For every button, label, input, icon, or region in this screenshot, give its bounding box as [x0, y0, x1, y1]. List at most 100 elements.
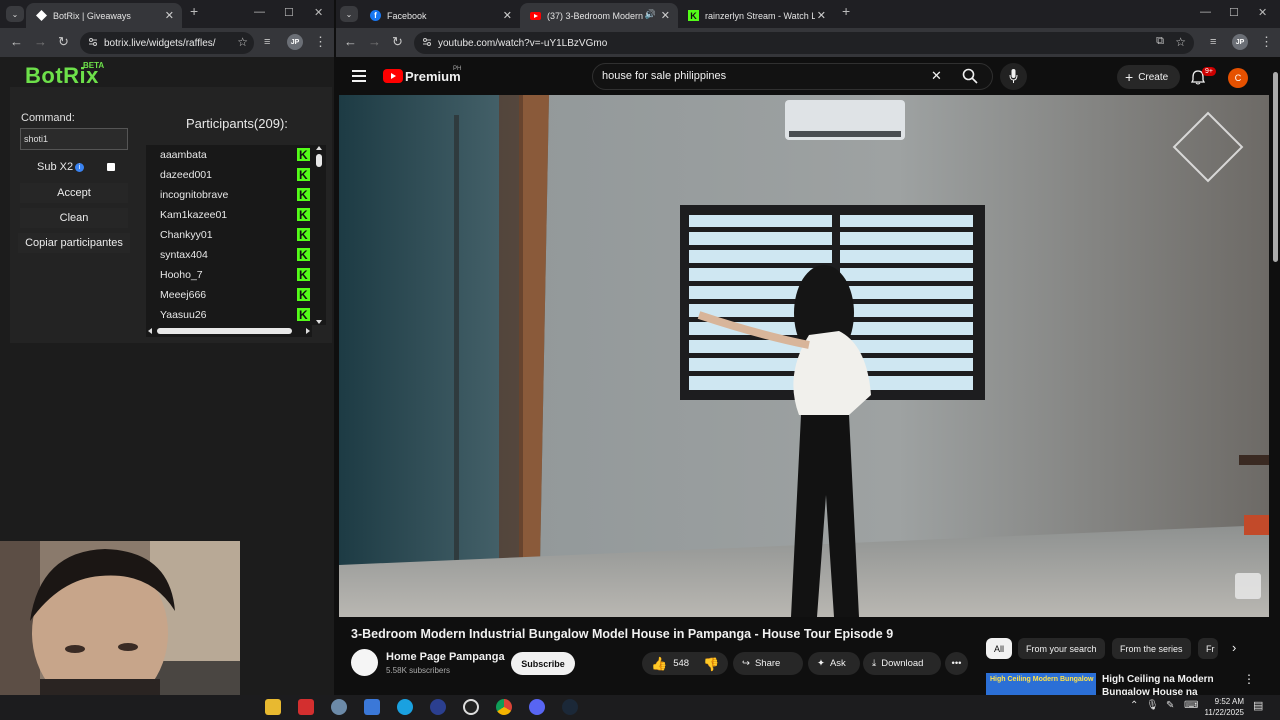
- clear-search-icon[interactable]: ✕: [931, 68, 942, 84]
- voice-search-button[interactable]: [1000, 63, 1027, 90]
- forward-icon[interactable]: →: [34, 35, 47, 49]
- thumbs-up-icon[interactable]: 👍: [651, 656, 667, 672]
- new-tab-icon[interactable]: +: [190, 3, 198, 19]
- site-info-icon[interactable]: [422, 37, 432, 47]
- svg-text:K: K: [299, 188, 308, 201]
- reload-icon[interactable]: ↻: [392, 35, 403, 49]
- tab-search-button[interactable]: ⌄: [340, 6, 358, 22]
- tab-youtube[interactable]: (37) 3-Bedroom Modern In... 🔊 ✕: [520, 3, 678, 28]
- channel-avatar[interactable]: [351, 649, 378, 676]
- minimize-icon[interactable]: —: [1200, 6, 1211, 18]
- media-controls-icon[interactable]: ≡: [264, 35, 270, 49]
- accept-button[interactable]: Accept: [20, 183, 128, 203]
- app-icon-2[interactable]: [430, 699, 446, 715]
- thumbs-down-icon[interactable]: 👍: [703, 656, 719, 672]
- reload-icon[interactable]: ↻: [58, 35, 69, 49]
- microphone-tray-icon[interactable]: 🎙: [1146, 700, 1159, 711]
- subscribe-button[interactable]: Subscribe: [511, 652, 575, 675]
- maximize-icon[interactable]: ☐: [1229, 6, 1239, 19]
- bookmark-star-icon[interactable]: ☆: [237, 35, 248, 49]
- back-icon[interactable]: ←: [10, 35, 23, 49]
- calculator-icon[interactable]: [364, 699, 380, 715]
- ask-button[interactable]: ✦ Ask: [808, 652, 860, 675]
- tab-kick[interactable]: K rainzerlyn Stream - Watch Live ✕: [678, 3, 834, 28]
- recommended-menu-icon[interactable]: ⋮: [1243, 672, 1255, 686]
- youtube-logo-icon[interactable]: [383, 69, 403, 83]
- close-tab-icon[interactable]: ✕: [817, 9, 826, 22]
- download-button[interactable]: ⤓ Download: [863, 652, 941, 675]
- minimize-icon[interactable]: —: [254, 6, 265, 18]
- profile-avatar[interactable]: JP: [287, 34, 303, 50]
- app-icon[interactable]: [331, 699, 347, 715]
- site-info-icon[interactable]: [88, 37, 98, 47]
- back-icon[interactable]: ←: [344, 35, 357, 49]
- tab-facebook[interactable]: f Facebook ✕: [360, 3, 520, 28]
- address-bar[interactable]: botrix.live/widgets/raffles/ ☆: [80, 32, 254, 54]
- close-window-icon[interactable]: ✕: [314, 6, 323, 19]
- search-icon[interactable]: [962, 68, 978, 84]
- close-tab-icon[interactable]: ✕: [165, 9, 174, 22]
- download-label: Download: [881, 658, 924, 669]
- steam-icon[interactable]: [562, 699, 578, 715]
- discord-icon[interactable]: [529, 699, 545, 715]
- clean-button[interactable]: Clean: [20, 208, 128, 228]
- participants-list[interactable]: aaambata K dazeed001 K incognitobrave K Kam…: [146, 145, 326, 325]
- create-button[interactable]: + Create: [1117, 65, 1180, 89]
- audio-playing-icon[interactable]: 🔊: [645, 9, 656, 20]
- media-controls-icon[interactable]: ≡: [1210, 35, 1216, 49]
- close-tab-icon[interactable]: ✕: [503, 9, 512, 22]
- menu-kebab-icon[interactable]: ⋮: [1260, 35, 1273, 49]
- address-bar[interactable]: youtube.com/watch?v=-uY1LBzVGmo ⧉ ☆: [414, 32, 1194, 54]
- new-tab-icon[interactable]: +: [842, 3, 850, 19]
- chevron-right-icon[interactable]: ›: [1232, 640, 1236, 655]
- svg-text:K: K: [299, 308, 308, 321]
- keyboard-tray-icon[interactable]: ⌨: [1184, 700, 1198, 711]
- obs-icon[interactable]: [463, 699, 479, 715]
- close-window-icon[interactable]: ✕: [1258, 6, 1267, 19]
- kick-icon: K: [297, 248, 310, 261]
- profile-avatar[interactable]: JP: [1232, 34, 1248, 50]
- chip-from-your-search[interactable]: From your search: [1018, 638, 1105, 659]
- scrollbar-thumb[interactable]: [1273, 72, 1278, 262]
- pen-tray-icon[interactable]: ✎: [1166, 700, 1174, 711]
- plus-icon: +: [1125, 69, 1134, 85]
- more-actions-button[interactable]: •••: [945, 652, 968, 675]
- participant-name: Yaasuu26: [160, 309, 207, 321]
- wps-office-icon[interactable]: [298, 699, 314, 715]
- maximize-icon[interactable]: ☐: [284, 6, 294, 19]
- forward-icon[interactable]: →: [368, 35, 381, 49]
- info-icon[interactable]: i: [75, 163, 84, 172]
- notification-center-icon[interactable]: ▤: [1253, 699, 1263, 712]
- share-button[interactable]: ↪ Share: [733, 652, 803, 675]
- participants-horizontal-scrollbar[interactable]: [146, 325, 312, 337]
- chip-all[interactable]: All: [986, 638, 1013, 659]
- menu-kebab-icon[interactable]: ⋮: [314, 35, 327, 49]
- sub-x2-checkbox[interactable]: [107, 163, 115, 171]
- channel-name[interactable]: Home Page Pampanga: [386, 651, 505, 663]
- tab-search-button[interactable]: ⌄: [6, 6, 24, 22]
- file-explorer-icon[interactable]: [265, 699, 281, 715]
- copy-participants-button[interactable]: Copiar participantes: [18, 233, 130, 253]
- recommended-thumbnail[interactable]: High Ceiling Modern Bungalow: [986, 673, 1096, 695]
- notification-count-badge: 9+: [1202, 67, 1216, 76]
- command-input[interactable]: shoti1: [20, 128, 128, 150]
- chip-more[interactable]: Fr: [1198, 638, 1218, 659]
- windows-taskbar: ⌃ 🎙 ✎ ⌨ 9:52 AM 11/22/2025 ▤: [0, 695, 1280, 720]
- account-avatar[interactable]: C: [1228, 68, 1248, 88]
- bookmark-star-icon[interactable]: ☆: [1175, 35, 1186, 49]
- participant-row: syntax404 K: [160, 245, 310, 265]
- page-scrollbar[interactable]: [1272, 62, 1280, 695]
- tray-chevron-icon[interactable]: ⌃: [1130, 700, 1138, 711]
- edge-icon[interactable]: [397, 699, 413, 715]
- tray-clock[interactable]: 9:52 AM 11/22/2025: [1204, 696, 1244, 718]
- kick-icon: K: [297, 188, 310, 201]
- hamburger-menu-icon[interactable]: [352, 70, 366, 82]
- chip-from-the-series[interactable]: From the series: [1112, 638, 1191, 659]
- svg-text:K: K: [299, 288, 308, 301]
- chrome-icon[interactable]: [496, 699, 512, 715]
- close-tab-icon[interactable]: ✕: [661, 9, 670, 22]
- install-app-icon[interactable]: ⧉: [1156, 35, 1164, 48]
- participants-vertical-scrollbar[interactable]: [314, 145, 324, 325]
- tab-botrix[interactable]: BotRix | Giveaways ✕: [26, 3, 182, 28]
- video-player[interactable]: [339, 95, 1269, 617]
